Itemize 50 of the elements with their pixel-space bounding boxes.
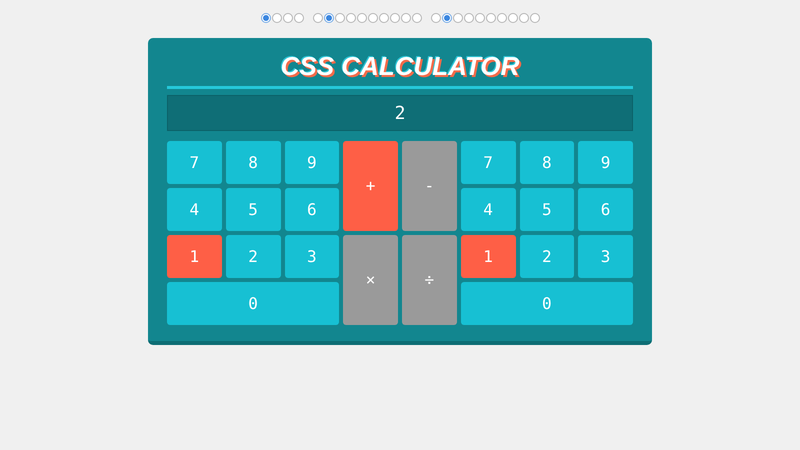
radio-button[interactable] [412, 13, 422, 23]
radio-button[interactable] [282, 13, 292, 23]
radio-button[interactable] [442, 13, 452, 23]
calculator-title: CSS CALCULATOR [280, 50, 520, 83]
digit-key[interactable]: 1 [167, 235, 222, 278]
operator-key[interactable]: + [343, 141, 398, 231]
digit-key[interactable]: 6 [578, 188, 633, 231]
radio-button[interactable] [486, 13, 496, 23]
radio-button[interactable] [518, 13, 528, 23]
radio-button[interactable] [530, 13, 540, 23]
radio-button[interactable] [508, 13, 518, 23]
radio-button[interactable] [368, 13, 378, 23]
digit-key[interactable]: 4 [167, 188, 222, 231]
radio-button[interactable] [272, 13, 282, 23]
radio-button[interactable] [430, 13, 440, 23]
radio-button[interactable] [390, 13, 400, 23]
digit-key[interactable]: 7 [167, 141, 222, 184]
radio-button[interactable] [474, 13, 484, 23]
radio-button[interactable] [324, 13, 334, 23]
digit-key[interactable]: 5 [520, 188, 574, 231]
radio-button[interactable] [452, 13, 462, 23]
display: 2 [167, 95, 633, 131]
digit-key[interactable]: 0 [460, 282, 633, 325]
digit-key[interactable]: 9 [284, 141, 340, 184]
radio-button[interactable] [464, 13, 474, 23]
radio-button[interactable] [260, 13, 270, 23]
operator-key[interactable]: ÷ [402, 235, 457, 325]
radio-button[interactable] [334, 13, 344, 23]
radio-button[interactable] [378, 13, 388, 23]
operator-key[interactable]: × [343, 235, 398, 325]
radio-button[interactable] [400, 13, 410, 23]
radio-button[interactable] [294, 13, 304, 23]
digit-key[interactable]: 1 [460, 235, 516, 278]
radio-button[interactable] [346, 13, 356, 23]
digit-key[interactable]: 2 [520, 235, 574, 278]
radio-button[interactable] [496, 13, 506, 23]
digit-key[interactable]: 3 [284, 235, 340, 278]
digit-key[interactable]: 8 [520, 141, 574, 184]
digit-key[interactable]: 7 [460, 141, 516, 184]
radio-button[interactable] [312, 13, 322, 23]
digit-key[interactable]: 6 [284, 188, 340, 231]
digit-key[interactable]: 8 [226, 141, 280, 184]
digit-key[interactable]: 4 [460, 188, 516, 231]
radio-button[interactable] [356, 13, 366, 23]
digit-key[interactable]: 2 [226, 235, 280, 278]
digit-key[interactable]: 0 [167, 282, 340, 325]
digit-key[interactable]: 5 [226, 188, 280, 231]
operator-key[interactable]: - [402, 141, 457, 231]
digit-key[interactable]: 3 [578, 235, 633, 278]
digit-key[interactable]: 9 [578, 141, 633, 184]
